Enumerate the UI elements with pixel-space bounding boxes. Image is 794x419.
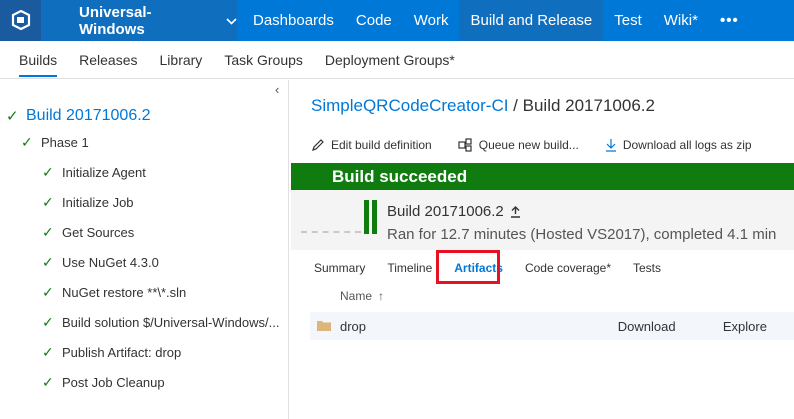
tree-task-label: Initialize Job <box>62 195 134 210</box>
queue-build-icon <box>458 138 472 152</box>
nav-more-icon[interactable]: ••• <box>709 0 750 41</box>
tree-task-item[interactable]: ✓ Get Sources <box>42 224 134 241</box>
nav-dashboards[interactable]: Dashboards <box>237 0 345 41</box>
project-selector[interactable]: Universal-Windows <box>41 0 237 41</box>
summary-duration: Ran for 12.7 minutes (Hosted VS2017), co… <box>387 226 777 243</box>
success-check-icon: ✓ <box>42 374 54 390</box>
tree-task-label: Get Sources <box>62 225 135 240</box>
tab-code-coverage[interactable]: Code coverage* <box>525 261 611 275</box>
breadcrumb-separator: / <box>508 96 523 115</box>
nav-build-and-release[interactable]: Build and Release <box>459 0 604 41</box>
table-row[interactable]: drop Download Explore <box>310 312 794 340</box>
nav-wiki[interactable]: Wiki* <box>653 0 709 41</box>
success-check-icon: ✓ <box>42 314 54 330</box>
success-check-icon: ✓ <box>42 164 54 180</box>
queue-new-build-label: Queue new build... <box>478 138 579 152</box>
tree-build-node[interactable]: ✓ Build 20171006.2 <box>6 107 151 125</box>
folder-icon <box>317 319 331 334</box>
timeline-dash <box>301 231 361 233</box>
tree-build-label: Build 20171006.2 <box>26 107 151 124</box>
download-artifact-button[interactable]: Download <box>598 312 696 340</box>
tree-phase-node[interactable]: ✓ Phase 1 <box>21 134 89 151</box>
build-status-bars <box>364 200 380 234</box>
tab-summary[interactable]: Summary <box>314 261 365 275</box>
success-check-icon: ✓ <box>42 224 54 240</box>
collapse-panel-icon[interactable]: ‹ <box>275 82 279 97</box>
sub-nav: Builds Releases Library Task Groups Depl… <box>0 41 794 79</box>
tree-task-label: Build solution $/Universal-Windows/... <box>62 315 280 330</box>
tree-task-item[interactable]: ✓ NuGet restore **\*.sln <box>42 284 186 301</box>
success-check-icon: ✓ <box>6 108 19 125</box>
subnav-library[interactable]: Library <box>149 41 214 79</box>
nav-test[interactable]: Test <box>603 0 653 41</box>
breadcrumb: SimpleQRCodeCreator-CI / Build 20171006.… <box>311 96 655 116</box>
summary-title: Build 20171006.2 <box>387 203 521 220</box>
tab-tests[interactable]: Tests <box>633 261 661 275</box>
build-step-tree: ‹ ✓ Build 20171006.2 ✓ Phase 1 ✓ Initial… <box>0 80 289 419</box>
download-all-logs-label: Download all logs as zip <box>622 138 752 152</box>
subnav-builds[interactable]: Builds <box>8 41 68 79</box>
project-name: Universal-Windows <box>79 3 152 38</box>
subnav-deployment-groups[interactable]: Deployment Groups* <box>314 41 466 79</box>
tree-phase-label: Phase 1 <box>41 135 89 150</box>
vsts-logo-icon[interactable] <box>0 0 41 41</box>
tree-task-item[interactable]: ✓ Build solution $/Universal-Windows/... <box>42 314 279 331</box>
queue-new-build-button[interactable]: Queue new build... <box>458 138 579 152</box>
tree-task-item[interactable]: ✓ Initialize Agent <box>42 164 146 181</box>
column-header-name[interactable]: Name ↑ <box>340 289 384 303</box>
tree-task-item[interactable]: ✓ Initialize Job <box>42 194 134 211</box>
success-check-icon: ✓ <box>42 284 54 300</box>
subnav-releases[interactable]: Releases <box>68 41 148 79</box>
nav-work[interactable]: Work <box>403 0 460 41</box>
pencil-icon <box>312 139 324 151</box>
tree-task-item[interactable]: ✓ Use NuGet 4.3.0 <box>42 254 159 271</box>
artifacts-tab-highlight <box>436 250 500 284</box>
sort-ascending-icon: ↑ <box>378 289 385 303</box>
nav-code[interactable]: Code <box>345 0 403 41</box>
build-status-banner: Build succeeded <box>291 163 794 190</box>
build-status-text: Build succeeded <box>332 166 468 186</box>
tree-task-label: NuGet restore **\*.sln <box>62 285 187 300</box>
build-summary: Build 20171006.2 Ran for 12.7 minutes (H… <box>291 190 794 250</box>
download-all-logs-button[interactable]: Download all logs as zip <box>605 138 752 152</box>
success-check-icon: ✓ <box>21 134 33 150</box>
artifact-name: drop <box>340 318 367 334</box>
tree-task-label: Initialize Agent <box>62 165 146 180</box>
download-icon <box>605 139 616 152</box>
success-check-icon: ✓ <box>42 254 54 270</box>
breadcrumb-build: Build 20171006.2 <box>522 96 655 115</box>
explore-artifact-button[interactable]: Explore <box>696 312 794 340</box>
breadcrumb-definition-link[interactable]: SimpleQRCodeCreator-CI <box>311 96 508 115</box>
success-check-icon: ✓ <box>42 194 54 210</box>
build-toolbar: Edit build definition Queue new build...… <box>311 133 778 157</box>
tree-task-item[interactable]: ✓ Post Job Cleanup <box>42 374 165 391</box>
success-check-icon: ✓ <box>42 344 54 360</box>
column-header-label: Name <box>340 289 373 303</box>
retain-build-icon[interactable] <box>510 205 521 218</box>
edit-build-definition-label: Edit build definition <box>331 138 432 152</box>
tab-timeline[interactable]: Timeline <box>387 261 432 275</box>
tree-task-label: Publish Artifact: drop <box>62 345 182 360</box>
tree-task-label: Post Job Cleanup <box>62 375 165 390</box>
chevron-down-icon <box>226 12 237 29</box>
summary-build-number: Build 20171006.2 <box>387 203 504 220</box>
tree-task-label: Use NuGet 4.3.0 <box>62 255 159 270</box>
subnav-task-groups[interactable]: Task Groups <box>213 41 314 79</box>
top-nav: Universal-Windows Dashboards Code Work B… <box>0 0 794 41</box>
tree-task-item[interactable]: ✓ Publish Artifact: drop <box>42 344 181 361</box>
edit-build-definition-button[interactable]: Edit build definition <box>311 138 432 152</box>
